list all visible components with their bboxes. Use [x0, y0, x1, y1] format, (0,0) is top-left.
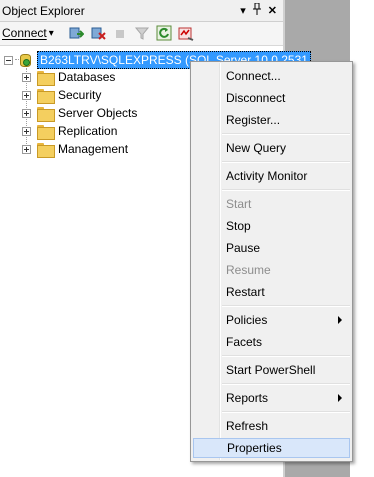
- submenu-arrow-icon: [338, 394, 342, 402]
- tree-node-server-objects[interactable]: Server Objects: [22, 104, 137, 122]
- tree-node-databases[interactable]: Databases: [22, 68, 115, 86]
- menu-item-facets[interactable]: Facets: [193, 332, 350, 352]
- pin-icon[interactable]: [252, 2, 262, 19]
- menu-item-new-query[interactable]: New Query: [193, 138, 350, 158]
- menu-item-pause[interactable]: Pause: [193, 238, 350, 258]
- menu-item-start: Start: [226, 197, 252, 211]
- tree-node-label[interactable]: Security: [58, 88, 101, 102]
- submenu-arrow-icon: [338, 316, 342, 324]
- tree-node-label[interactable]: Databases: [58, 70, 115, 84]
- folder-icon: [37, 88, 55, 104]
- menu-item-label: Policies: [226, 313, 268, 327]
- refresh-icon[interactable]: [156, 25, 172, 41]
- menu-separator: [222, 411, 350, 413]
- expand-icon[interactable]: [22, 144, 31, 154]
- tree-node-label[interactable]: Replication: [58, 124, 117, 138]
- expand-icon[interactable]: [22, 90, 31, 100]
- menu-separator: [222, 161, 350, 163]
- menu-separator: [222, 383, 350, 385]
- menu-item-refresh[interactable]: Refresh: [193, 416, 350, 436]
- menu-separator: [222, 189, 350, 191]
- chevron-down-icon: ▾: [48, 27, 54, 39]
- folder-icon: [37, 142, 55, 158]
- expand-icon[interactable]: [22, 108, 31, 118]
- object-explorer-titlebar: Object Explorer ▾ ✕: [0, 0, 283, 22]
- menu-item-properties[interactable]: Properties: [193, 438, 350, 458]
- connect-button[interactable]: Connect ▾: [2, 26, 54, 40]
- menu-item-start-powershell[interactable]: Start PowerShell: [193, 360, 350, 380]
- server-icon: [19, 52, 33, 68]
- expand-icon[interactable]: [22, 126, 31, 136]
- menu-item-activity-monitor[interactable]: Activity Monitor: [193, 166, 350, 186]
- panel-title: Object Explorer: [2, 4, 85, 18]
- tree-node-label[interactable]: Management: [58, 142, 128, 156]
- server-context-menu: Connect... Disconnect Register... New Qu…: [190, 61, 353, 462]
- menu-item-register[interactable]: Register...: [193, 110, 350, 130]
- menu-separator: [222, 133, 350, 135]
- folder-icon: [37, 70, 55, 86]
- menu-item-reports[interactable]: Reports: [193, 388, 350, 408]
- tree-node-replication[interactable]: Replication: [22, 122, 117, 140]
- menu-separator: [222, 305, 350, 307]
- menu-item-disconnect[interactable]: Disconnect: [193, 88, 350, 108]
- menu-item-stop[interactable]: Stop: [193, 216, 350, 236]
- stop-icon: [112, 25, 128, 41]
- expand-icon[interactable]: [22, 72, 31, 82]
- close-icon[interactable]: ✕: [268, 4, 277, 18]
- window-position-icon[interactable]: ▾: [240, 4, 246, 18]
- folder-icon: [37, 124, 55, 140]
- connect-object-icon[interactable]: [68, 25, 85, 41]
- object-explorer-toolbar: Connect ▾: [0, 22, 283, 46]
- activity-monitor-icon[interactable]: [178, 25, 194, 41]
- tree-node-management[interactable]: Management: [22, 140, 128, 158]
- menu-item-policies[interactable]: Policies: [193, 310, 350, 330]
- filter-icon: [134, 25, 150, 41]
- folder-icon: [37, 106, 55, 122]
- tree-node-label[interactable]: Server Objects: [58, 106, 137, 120]
- connect-label: Connect: [2, 26, 47, 40]
- disconnect-icon[interactable]: [90, 25, 106, 41]
- collapse-icon[interactable]: [4, 55, 13, 65]
- menu-item-resume: Resume: [226, 263, 271, 277]
- menu-item-label: Reports: [226, 391, 269, 405]
- menu-item-restart[interactable]: Restart: [193, 282, 350, 302]
- right-strip: [350, 0, 374, 477]
- menu-item-connect[interactable]: Connect...: [193, 66, 350, 86]
- menu-separator: [222, 355, 350, 357]
- tree-node-security[interactable]: Security: [22, 86, 101, 104]
